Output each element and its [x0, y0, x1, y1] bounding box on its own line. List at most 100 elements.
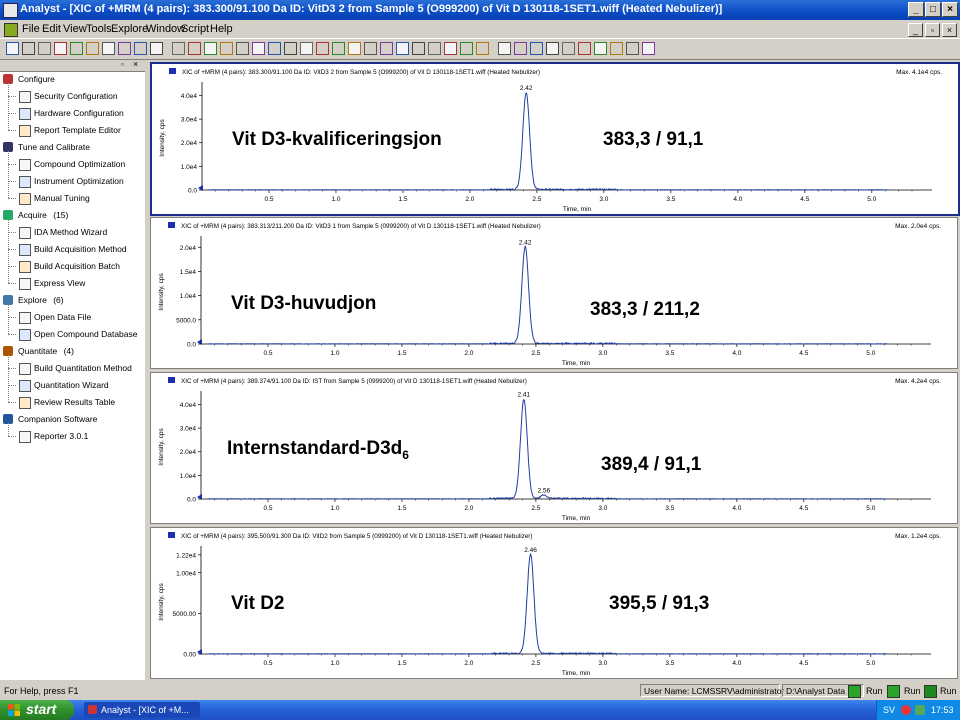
baseline-icon[interactable]: [316, 42, 329, 55]
back-icon[interactable]: [134, 42, 147, 55]
chromatogram-pane-2[interactable]: XIC of +MRM (4 pairs): 383.313/211.200 D…: [150, 217, 958, 369]
nav-item-build-acquisition-batch[interactable]: Build Acquisition Batch: [34, 261, 120, 271]
xic-chart[interactable]: XIC of +MRM (4 pairs): 383.300/91.100 Da…: [152, 64, 958, 214]
link-icon[interactable]: [610, 42, 623, 55]
clock-icon[interactable]: [626, 42, 639, 55]
help-icon[interactable]: [578, 42, 591, 55]
mdi-restore-button[interactable]: ▫: [925, 23, 940, 37]
peak-label-icon[interactable]: [284, 42, 297, 55]
menu-explore[interactable]: Explore: [111, 23, 148, 35]
network-icon[interactable]: [915, 705, 925, 715]
report-icon[interactable]: [498, 42, 511, 55]
cut-icon[interactable]: [54, 42, 67, 55]
print-icon[interactable]: [38, 42, 51, 55]
nav-item-open-compound-database[interactable]: Open Compound Database: [34, 329, 138, 339]
overlay-icon[interactable]: [204, 42, 217, 55]
redo-icon[interactable]: [118, 42, 131, 55]
axis-icon[interactable]: [300, 42, 313, 55]
maximize-button[interactable]: □: [925, 2, 941, 17]
chromatogram-pane-1[interactable]: XIC of +MRM (4 pairs): 383.300/91.100 Da…: [150, 62, 960, 216]
xic-chart[interactable]: XIC of +MRM (4 pairs): 395.500/91.300 Da…: [151, 528, 957, 678]
nav-item-open-data-file[interactable]: Open Data File: [34, 312, 91, 322]
subtract-icon[interactable]: [428, 42, 441, 55]
database-icon[interactable]: [594, 42, 607, 55]
menu-tools[interactable]: Tools: [86, 23, 112, 35]
taskbar-analyst-item[interactable]: Analyst - [XIC of +M...: [84, 702, 200, 718]
integrate-icon[interactable]: [380, 42, 393, 55]
config-icon[interactable]: [546, 42, 559, 55]
forward-icon[interactable]: [150, 42, 163, 55]
menu-window[interactable]: Window: [146, 23, 185, 35]
centroid-icon[interactable]: [444, 42, 457, 55]
nav-item-report-template-editor[interactable]: Report Template Editor: [34, 125, 121, 135]
nav-item-hardware-configuration[interactable]: Hardware Configuration: [34, 108, 124, 118]
menu-help[interactable]: Help: [210, 23, 233, 35]
status-bar: For Help, press F1 User Name: LCMSSRV\ad…: [0, 682, 960, 700]
grid-icon[interactable]: [332, 42, 345, 55]
menu-view[interactable]: View: [63, 23, 87, 35]
xic-chart[interactable]: XIC of +MRM (4 pairs): 389.374/91.100 Da…: [151, 373, 957, 523]
compare-icon[interactable]: [476, 42, 489, 55]
select-icon[interactable]: [188, 42, 201, 55]
chromatogram-pane-3[interactable]: XIC of +MRM (4 pairs): 389.374/91.100 Da…: [150, 372, 958, 524]
nav-group-5[interactable]: Companion Software: [18, 414, 97, 424]
undo-icon[interactable]: [102, 42, 115, 55]
open-file-icon[interactable]: [6, 42, 19, 55]
paste-icon[interactable]: [86, 42, 99, 55]
x-tick-label: 1.0: [330, 350, 339, 357]
chromatogram-pane-4[interactable]: XIC of +MRM (4 pairs): 395.500/91.300 Da…: [150, 527, 958, 679]
smooth-icon[interactable]: [412, 42, 425, 55]
nav-item-quantitation-wizard[interactable]: Quantitation Wizard: [34, 380, 109, 390]
nav-group-0[interactable]: Configure: [18, 74, 55, 84]
zoom-icon[interactable]: [172, 42, 185, 55]
nav-close-icon[interactable]: ×: [133, 59, 138, 69]
library-icon[interactable]: [460, 42, 473, 55]
nav-item-ida-method-wizard[interactable]: IDA Method Wizard: [34, 227, 107, 237]
nav-item-compound-optimization[interactable]: Compound Optimization: [34, 159, 125, 169]
scale-icon[interactable]: [348, 42, 361, 55]
nav-restore-icon[interactable]: ▫: [121, 60, 124, 69]
nav-item-build-acquisition-method[interactable]: Build Acquisition Method: [34, 244, 127, 254]
window-icon[interactable]: [642, 42, 655, 55]
nav-group-3[interactable]: Explore (6): [18, 295, 64, 305]
table-icon[interactable]: [268, 42, 281, 55]
nav-item-express-view[interactable]: Express View: [34, 278, 85, 288]
menu-script[interactable]: Script: [181, 23, 209, 35]
nav-group-4[interactable]: Quantitate (4): [18, 346, 74, 356]
nav-item-build-quantitation-method[interactable]: Build Quantitation Method: [34, 363, 132, 373]
start-label: start: [26, 701, 57, 717]
tray-app-icon[interactable]: [901, 705, 911, 715]
spectrum-icon[interactable]: [236, 42, 249, 55]
save-icon[interactable]: [22, 42, 35, 55]
language-indicator[interactable]: SV: [883, 705, 895, 715]
document-icon[interactable]: [4, 23, 18, 37]
bar-view-icon[interactable]: [220, 42, 233, 55]
audit-icon[interactable]: [562, 42, 575, 55]
copy-icon[interactable]: [70, 42, 83, 55]
pane-marker-icon: [168, 532, 175, 538]
mdi-minimize-button[interactable]: _: [908, 23, 923, 37]
start-button[interactable]: start: [0, 700, 74, 720]
list-icon[interactable]: [252, 42, 265, 55]
nav-item-reporter-3-0-1[interactable]: Reporter 3.0.1: [34, 431, 88, 441]
threshold-icon[interactable]: [396, 42, 409, 55]
nav-item-instrument-optimization[interactable]: Instrument Optimization: [34, 176, 124, 186]
export-icon[interactable]: [514, 42, 527, 55]
status-run-3: Run: [940, 686, 957, 696]
close-button[interactable]: ×: [942, 2, 958, 17]
normalize-icon[interactable]: [364, 42, 377, 55]
menu-file[interactable]: File: [22, 23, 40, 35]
nav-group-1[interactable]: Tune and Calibrate: [18, 142, 90, 152]
nav-item-security-configuration[interactable]: Security Configuration: [34, 91, 118, 101]
xic-chart[interactable]: XIC of +MRM (4 pairs): 383.313/211.200 D…: [151, 218, 957, 368]
nav-item-manual-tuning[interactable]: Manual Tuning: [34, 193, 90, 203]
analyst-app-icon[interactable]: [3, 3, 18, 18]
nav-item-review-results-table[interactable]: Review Results Table: [34, 397, 115, 407]
minimize-button[interactable]: _: [908, 2, 924, 17]
mdi-close-button[interactable]: ×: [942, 23, 957, 37]
nav-group-2[interactable]: Acquire (15): [18, 210, 68, 220]
menu-edit[interactable]: Edit: [42, 23, 61, 35]
y-tick-label: 5000.0: [176, 317, 196, 324]
nav-group-label: Explore: [18, 295, 47, 305]
calibrate-icon[interactable]: [530, 42, 543, 55]
